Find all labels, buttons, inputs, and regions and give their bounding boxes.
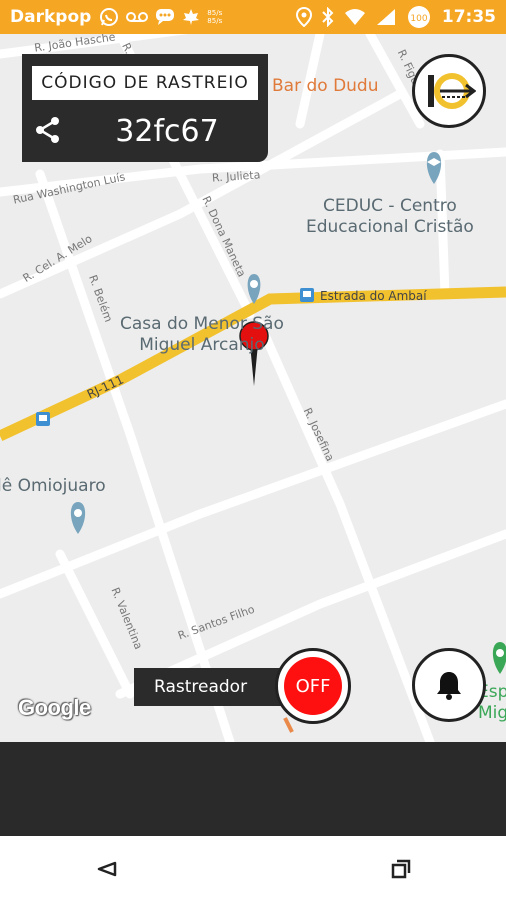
tracker-label: Rastreador [154, 677, 248, 697]
recents-button[interactable] [386, 854, 416, 884]
share-button[interactable] [34, 116, 62, 144]
poi-label-casa-do-menor: Casa do Menor São Miguel Arcanjo [120, 314, 284, 356]
poi-label-omiojuaro: Ilê Omiojuaro [0, 476, 106, 496]
data-speed-up: 85/s [207, 9, 223, 17]
carrier-name: Darkpop [10, 7, 92, 27]
poi-label-bar-do-dudu: Bar do Dudu [272, 76, 379, 96]
tracker-label-bar: Rastreador [134, 668, 294, 706]
signal-icon [376, 8, 396, 26]
recents-icon [391, 859, 411, 879]
poi-label-ceduc: CEDUC - Centro Educacional Cristão [306, 196, 474, 238]
data-speed-down: 85/s [207, 17, 223, 25]
google-logo: Google [18, 695, 91, 720]
data-speed-icon: 85/s 85/s [207, 9, 222, 25]
poi-label-line: Educacional Cristão [306, 217, 474, 237]
bottom-panel [0, 742, 506, 836]
bell-icon [437, 672, 461, 700]
tracking-code-title: CÓDIGO DE RASTREIO [32, 66, 258, 100]
back-button[interactable] [92, 854, 122, 884]
app-logo-icon [428, 73, 476, 109]
wifi-icon [344, 8, 366, 26]
tracker-toggle-state: OFF [284, 657, 342, 715]
poi-label-line: Casa do Menor São [120, 314, 284, 334]
battery-icon: 100 [406, 4, 432, 30]
maple-leaf-icon [182, 8, 200, 26]
notification-icons: 85/s 85/s [99, 7, 222, 27]
poi-label-line: Miguel Arcanjo [139, 335, 265, 355]
battery-label: 100 [410, 14, 427, 24]
tracking-code-value: 32fc67 [115, 114, 219, 149]
voicemail-icon [126, 10, 149, 24]
poi-pin-esp [492, 642, 506, 674]
location-icon [295, 7, 312, 27]
poi-label-line: CEDUC - Centro [323, 196, 457, 216]
app-screen: Darkpop 85/s 85/s 100 17:35 R. João Hasc… [0, 0, 506, 900]
whatsapp-icon [99, 7, 119, 27]
chat-icon [155, 8, 175, 26]
clock: 17:35 [441, 7, 496, 27]
app-logo-button[interactable] [412, 54, 486, 128]
street-label: Estrada do Ambaí [320, 289, 427, 303]
system-icons: 100 17:35 [295, 4, 496, 30]
share-icon [36, 117, 59, 143]
poi-label-line: Mig [478, 703, 506, 723]
poi-pin-omiojuaro [70, 502, 86, 534]
street-valentina [55, 549, 135, 699]
map-fragment [283, 717, 294, 733]
notification-bell-button[interactable] [412, 648, 486, 722]
back-icon [97, 861, 117, 877]
tracking-code-card: CÓDIGO DE RASTREIO 32fc67 [22, 54, 268, 162]
navigation-bar [0, 836, 506, 900]
status-bar: Darkpop 85/s 85/s 100 17:35 [0, 0, 506, 34]
tracker-toggle-button[interactable]: OFF [275, 648, 351, 724]
bluetooth-icon [322, 7, 334, 27]
